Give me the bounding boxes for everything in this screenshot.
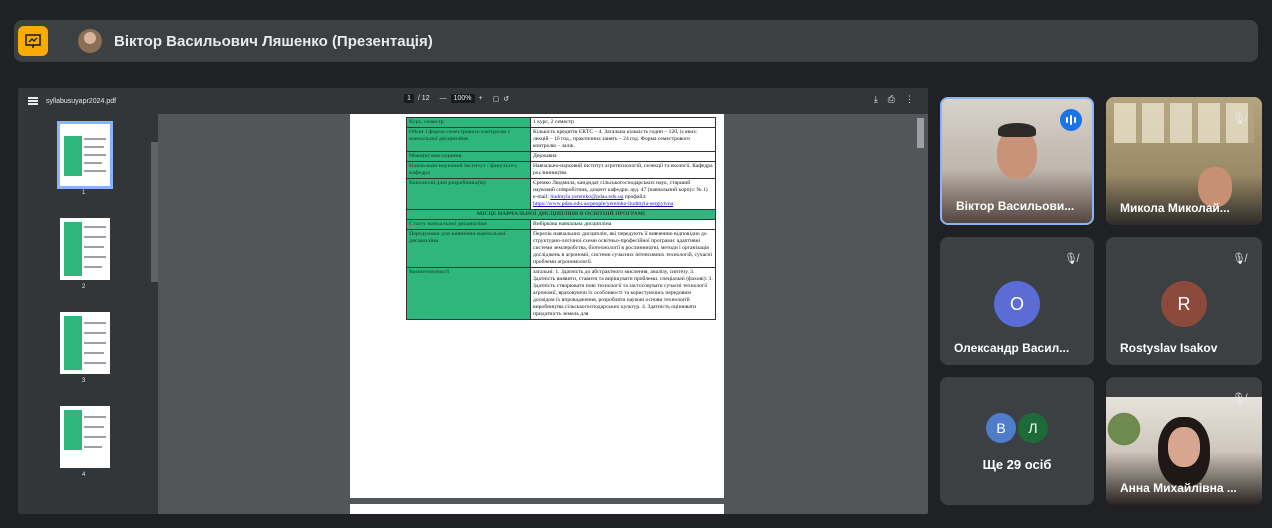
pdf-page: Курс, семестр 1 курс, 2 семестр Обсяг і … <box>350 114 724 498</box>
speaking-indicator-icon <box>1060 109 1082 131</box>
participant-avatar: Л <box>1018 413 1048 443</box>
participant-tile[interactable]: Віктор Васильови... <box>940 97 1094 225</box>
mic-off-icon: 🎙︎̸ <box>1232 112 1246 125</box>
table-row: Передумови для вивчення навчальної дисци… <box>406 228 716 268</box>
participant-tile[interactable]: 🎙︎̸ О Олександр Васил... <box>940 237 1094 365</box>
participant-face <box>1168 427 1200 467</box>
plant-decor <box>1106 405 1142 465</box>
presentation-icon[interactable] <box>18 26 48 56</box>
presentation-banner: Віктор Васильович Ляшенко (Презентація) <box>14 20 1258 62</box>
section-row: МІСЦЕ НАВЧАЛЬНОЇ ДИСЦИПЛІНИ В ОСВІТНІЙ П… <box>406 208 716 220</box>
zoom-in-icon[interactable]: + <box>479 95 483 102</box>
fit-page-icon[interactable]: ▢ <box>493 95 500 103</box>
table-row: Компетентності загальні: 1. Здатність до… <box>406 266 716 320</box>
pdf-filename: syllabusuyapr2024.pdf <box>46 97 117 105</box>
thumbnail-number: 4 <box>82 472 86 478</box>
more-participants-tile[interactable]: В Л Ще 29 осіб <box>940 377 1094 505</box>
thumbnail-sidebar: 1 2 3 4 <box>18 114 158 514</box>
page-thumbnail[interactable] <box>57 121 113 189</box>
pdf-next-page <box>350 504 724 514</box>
thumbnail-scrollbar[interactable] <box>151 142 158 282</box>
participant-tile[interactable]: 🎙︎̸ Микола Миколай... <box>1106 97 1262 225</box>
mic-off-icon: 🎙︎̸ <box>1232 392 1246 405</box>
participant-name: Анна Михайлівна ... <box>1120 481 1237 495</box>
more-participants-label: Ще 29 осіб <box>982 457 1052 472</box>
participant-name: Олександр Васил... <box>954 341 1070 355</box>
viewer-scrollbar[interactable] <box>917 118 924 148</box>
presenter-title: Віктор Васильович Ляшенко (Презентація) <box>114 32 433 50</box>
rotate-icon[interactable]: ↺ <box>503 95 509 103</box>
syllabus-table: Курс, семестр 1 курс, 2 семестр Обсяг і … <box>406 117 716 320</box>
table-row: Курс, семестр 1 курс, 2 семестр <box>406 117 716 128</box>
page-total: / 12 <box>417 95 430 102</box>
participant-tile[interactable]: 🎙︎̸ Анна Михайлівна ... <box>1106 377 1262 505</box>
zoom-level[interactable]: 100% <box>450 94 475 103</box>
table-row: Мова(и) викладання Державна <box>406 150 716 162</box>
participant-name: Віктор Васильови... <box>956 199 1075 213</box>
page-number-input[interactable]: 1 <box>404 94 414 103</box>
participant-avatar: R <box>1161 281 1207 327</box>
page-thumbnail[interactable] <box>60 406 110 468</box>
participant-name: Rostyslav Isakov <box>1120 341 1218 355</box>
presenter-avatar <box>78 29 102 53</box>
mic-off-icon: 🎙︎̸ <box>1232 252 1246 265</box>
table-row: Контактні дані розробника(ів) Єремко Люд… <box>406 177 716 210</box>
email-link[interactable]: liudmyla.yeremko@pdau.edu.ua <box>550 194 623 200</box>
pdf-toolbar: syllabusuyapr2024.pdf 1 / 12 — 100% + ▢ … <box>18 88 928 114</box>
participant-avatar: О <box>994 281 1040 327</box>
meeting-top-bar: Віктор Васильович Ляшенко (Презентація) <box>0 0 1272 80</box>
menu-icon[interactable] <box>28 97 38 105</box>
thumbnail-number: 1 <box>82 190 86 196</box>
page-thumbnail[interactable] <box>60 312 110 374</box>
pdf-viewer: Курс, семестр 1 курс, 2 семестр Обсяг і … <box>158 114 928 514</box>
print-icon[interactable]: ⎙ <box>888 94 895 105</box>
presentation-stage: syllabusuyapr2024.pdf 1 / 12 — 100% + ▢ … <box>18 88 928 514</box>
participant-tile[interactable]: 🎙︎̸ R Rostyslav Isakov <box>1106 237 1262 365</box>
thumbnail-number: 3 <box>82 378 86 384</box>
download-icon[interactable]: ⤓ <box>874 94 878 105</box>
participant-hair <box>998 123 1036 137</box>
participant-name: Микола Миколай... <box>1120 201 1230 215</box>
zoom-out-icon[interactable]: — <box>440 95 447 102</box>
pdf-pager: 1 / 12 — 100% + ▢ ↺ <box>404 94 509 103</box>
table-row: Навчально-науковий інститут / факультет,… <box>406 160 716 179</box>
pdf-actions: ⤓ ⎙ ⋮ <box>874 94 914 105</box>
participant-avatar: В <box>986 413 1016 443</box>
page-thumbnail[interactable] <box>60 218 110 280</box>
table-row: Обсяг і форма семестрового контролю з на… <box>406 126 716 152</box>
more-options-icon[interactable]: ⋮ <box>905 94 914 105</box>
table-row: Статус навчальної дисципліни Вибіркова н… <box>406 218 716 230</box>
thumbnail-number: 2 <box>82 284 86 290</box>
profile-link[interactable]: https://www.pdau.edu.ua/people/yeremko-l… <box>533 201 673 207</box>
mic-off-icon: 🎙︎̸ <box>1064 252 1078 265</box>
